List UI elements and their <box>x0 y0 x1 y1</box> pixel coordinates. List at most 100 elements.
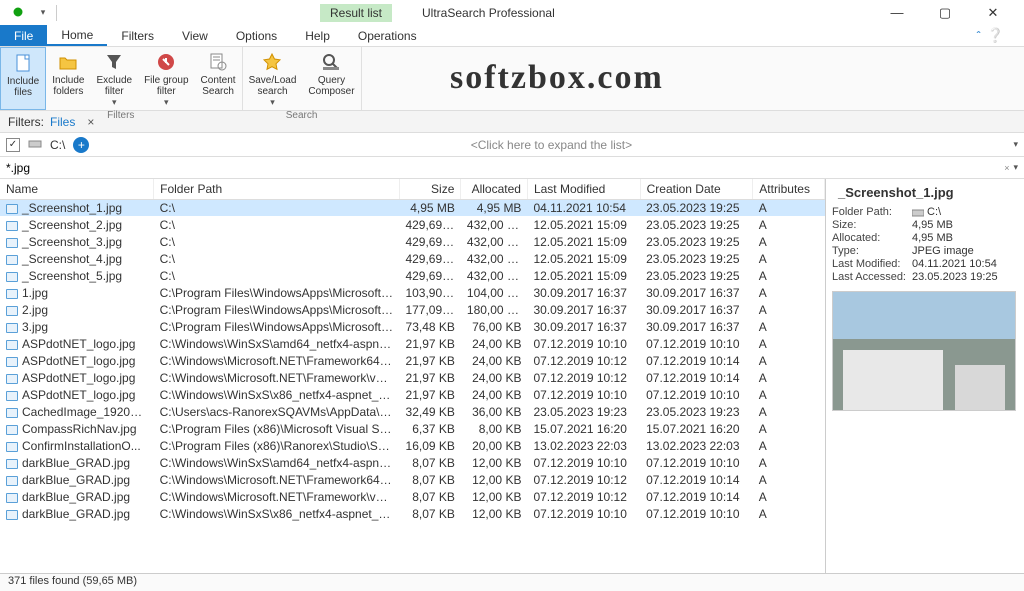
table-row[interactable]: ASPdotNET_logo.jpgC:\Windows\Microsoft.N… <box>0 370 825 387</box>
star-icon <box>261 51 283 73</box>
path-bar: ✓ C:\ + <Click here to expand the list> … <box>0 133 1024 157</box>
search-group-label: Search <box>243 110 361 123</box>
table-row[interactable]: _Screenshot_4.jpgC:\429,69 KB432,00 KB12… <box>0 251 825 268</box>
exclude-filter-label: Exclude filter <box>97 75 133 97</box>
table-row[interactable]: CompassRichNav.jpgC:\Program Files (x86)… <box>0 421 825 438</box>
table-row[interactable]: _Screenshot_3.jpgC:\429,69 KB432,00 KB12… <box>0 234 825 251</box>
chevron-down-icon: ▾ <box>112 97 117 108</box>
table-row[interactable]: darkBlue_GRAD.jpgC:\Windows\Microsoft.NE… <box>0 472 825 489</box>
funnel-exclude-icon <box>103 51 125 73</box>
table-row[interactable]: ASPdotNET_logo.jpgC:\Windows\Microsoft.N… <box>0 353 825 370</box>
details-type-value: JPEG image <box>912 245 974 257</box>
qat-dropdown-icon[interactable]: ▾ <box>32 2 54 24</box>
expand-list-hint[interactable]: <Click here to expand the list> <box>97 138 1005 152</box>
ribbon: Include files Include folders Exclude fi… <box>0 47 1024 111</box>
content-search-label: Content Search <box>201 75 236 97</box>
table-row[interactable]: CachedImage_1920_1...C:\Users\acs-Ranore… <box>0 404 825 421</box>
menu-file[interactable]: File <box>0 25 47 46</box>
col-created[interactable]: Creation Date <box>640 179 753 200</box>
details-allocated-value: 4,95 MB <box>912 232 953 244</box>
search-input[interactable] <box>6 161 1004 175</box>
table-row[interactable]: darkBlue_GRAD.jpgC:\Windows\Microsoft.NE… <box>0 489 825 506</box>
table-row[interactable]: darkBlue_GRAD.jpgC:\Windows\WinSxS\x86_n… <box>0 506 825 523</box>
query-composer-label: Query Composer <box>308 75 354 97</box>
details-folder-label: Folder Path: <box>832 206 912 218</box>
add-path-button[interactable]: + <box>73 137 89 153</box>
query-composer-button[interactable]: Query Composer <box>302 47 360 110</box>
query-composer-icon <box>320 51 342 73</box>
result-list-badge[interactable]: Result list <box>320 4 392 22</box>
menu-home[interactable]: Home <box>47 25 107 46</box>
table-row[interactable]: _Screenshot_1.jpgC:\4,95 MB4,95 MB04.11.… <box>0 200 825 217</box>
details-title-text: _Screenshot_1.jpg <box>838 185 954 200</box>
details-accessed-value: 23.05.2023 19:25 <box>912 271 998 283</box>
include-folders-button[interactable]: Include folders <box>46 47 90 110</box>
include-files-button[interactable]: Include files <box>0 47 46 110</box>
save-load-search-button[interactable]: Save/Load search▾ <box>243 47 303 110</box>
path-dropdown-icon[interactable]: ▾ <box>1013 139 1018 150</box>
path-checkbox[interactable]: ✓ <box>6 138 20 152</box>
menu-options[interactable]: Options <box>222 25 291 46</box>
col-allocated[interactable]: Allocated <box>461 179 528 200</box>
file-group-icon <box>155 51 177 73</box>
details-title: _Screenshot_1.jpg <box>832 185 1018 200</box>
include-folders-label: Include folders <box>52 75 84 97</box>
col-modified[interactable]: Last Modified <box>527 179 640 200</box>
folder-include-icon <box>57 51 79 73</box>
close-button[interactable]: ✕ <box>978 5 1008 21</box>
search-dropdown-icon[interactable]: ▾ <box>1013 162 1018 173</box>
table-row[interactable]: ASPdotNET_logo.jpgC:\Windows\WinSxS\amd6… <box>0 336 825 353</box>
details-allocated-label: Allocated: <box>832 232 912 244</box>
drive-path[interactable]: C:\ <box>50 138 65 152</box>
menu-operations[interactable]: Operations <box>344 25 431 46</box>
content-search-button[interactable]: Content Search <box>195 47 242 110</box>
app-title: UltraSearch Professional <box>422 6 555 20</box>
app-icon <box>8 2 30 24</box>
details-type-label: Type: <box>832 245 912 257</box>
file-include-icon <box>12 52 34 74</box>
col-size[interactable]: Size <box>399 179 460 200</box>
table-row[interactable]: _Screenshot_5.jpgC:\429,69 KB432,00 KB12… <box>0 268 825 285</box>
content-search-icon <box>207 51 229 73</box>
details-modified-label: Last Modified: <box>832 258 912 270</box>
maximize-button[interactable]: ▢ <box>930 5 960 21</box>
details-panel: _Screenshot_1.jpg Folder Path:C:\ Size:4… <box>826 179 1024 573</box>
details-folder-value: C:\ <box>912 206 941 218</box>
watermark: softzbox.com <box>450 59 664 97</box>
details-modified-value: 04.11.2021 10:54 <box>912 258 997 270</box>
details-size-label: Size: <box>832 219 912 231</box>
exclude-filter-button[interactable]: Exclude filter▾ <box>91 47 139 110</box>
chevron-down-icon: ▾ <box>270 97 275 108</box>
col-name[interactable]: Name <box>0 179 154 200</box>
filters-group-label: Filters <box>0 110 242 123</box>
table-row[interactable]: _Screenshot_2.jpgC:\429,69 KB432,00 KB12… <box>0 217 825 234</box>
menu-view[interactable]: View <box>168 25 222 46</box>
table-row[interactable]: 1.jpgC:\Program Files\WindowsApps\Micros… <box>0 285 825 302</box>
file-group-filter-label: File group filter <box>144 75 188 97</box>
table-row[interactable]: ASPdotNET_logo.jpgC:\Windows\WinSxS\x86_… <box>0 387 825 404</box>
details-size-value: 4,95 MB <box>912 219 953 231</box>
search-bar: × ▾ <box>0 157 1024 179</box>
file-group-filter-button[interactable]: File group filter▾ <box>138 47 194 110</box>
main-area: Name Folder Path Size Allocated Last Mod… <box>0 179 1024 573</box>
details-accessed-label: Last Accessed: <box>832 271 912 283</box>
menu-bar: File Home Filters View Options Help Oper… <box>0 25 1024 47</box>
menu-help[interactable]: Help <box>291 25 344 46</box>
minimize-button[interactable]: ― <box>882 5 912 21</box>
col-folder[interactable]: Folder Path <box>154 179 400 200</box>
col-attributes[interactable]: Attributes <box>753 179 825 200</box>
table-row[interactable]: 3.jpgC:\Program Files\WindowsApps\Micros… <box>0 319 825 336</box>
save-load-search-label: Save/Load search <box>249 75 297 97</box>
menu-filters[interactable]: Filters <box>107 25 168 46</box>
drive-icon <box>28 137 42 152</box>
table-row[interactable]: 2.jpgC:\Program Files\WindowsApps\Micros… <box>0 302 825 319</box>
qat-divider <box>56 5 78 21</box>
results-list[interactable]: Name Folder Path Size Allocated Last Mod… <box>0 179 826 573</box>
title-bar: ▾ Result list UltraSearch Professional ―… <box>0 0 1024 25</box>
table-row[interactable]: ConfirmInstallationO...C:\Program Files … <box>0 438 825 455</box>
ribbon-collapse-icon[interactable]: ˆ ❔ <box>977 25 1024 46</box>
table-row[interactable]: darkBlue_GRAD.jpgC:\Windows\WinSxS\amd64… <box>0 455 825 472</box>
include-files-label: Include files <box>7 76 39 98</box>
preview-thumbnail <box>832 291 1016 411</box>
search-clear-icon[interactable]: × <box>1004 163 1009 173</box>
